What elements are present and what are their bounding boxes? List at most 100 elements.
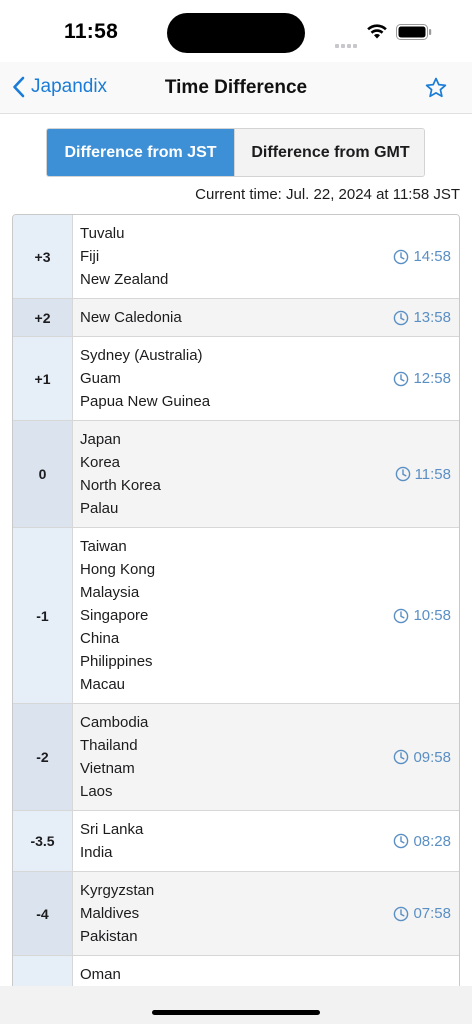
local-time-value: 14:58 (413, 248, 451, 265)
navigation-bar: Japandix Time Difference (0, 62, 472, 114)
table-row[interactable]: +3 Tuvalu Fiji New Zealand 14:58 (13, 215, 459, 299)
country-name: New Caledonia (80, 309, 182, 326)
offset-cell: -4 (13, 872, 73, 955)
local-time-value: 13:58 (413, 309, 451, 326)
country-name: Cambodia (80, 714, 149, 731)
country-name: Fiji (80, 248, 100, 265)
clock-icon (394, 249, 409, 264)
country-list: Cambodia Thailand Vietnam Laos (80, 711, 148, 803)
row-body: Tuvalu Fiji New Zealand 14:58 (73, 215, 459, 298)
row-body: Japan Korea North Korea Palau 11:58 (73, 421, 459, 527)
country-name: Japan (80, 431, 121, 448)
country-list: New Caledonia (80, 306, 182, 329)
clock-icon (394, 310, 409, 325)
country-list: Oman (80, 963, 121, 986)
table-row[interactable]: -4 Kyrgyzstan Maldives Pakistan 07:58 (13, 872, 459, 956)
row-body: Taiwan Hong Kong Malaysia Singapore China Phi… (73, 528, 459, 703)
offset-cell: +1 (13, 337, 73, 420)
local-time: 12:58 (393, 370, 451, 387)
clock-icon (394, 833, 409, 849)
country-name: Taiwan (80, 538, 127, 555)
country-name: Sri Lanka (80, 821, 144, 838)
country-name: Palau (80, 500, 119, 517)
segmented-control: Difference from JST Difference from GMT (46, 128, 425, 177)
country-name: Pakistan (80, 928, 138, 945)
clock-icon (394, 608, 409, 623)
country-name: Thailand (80, 737, 138, 754)
time-difference-table: +3 Tuvalu Fiji New Zealand 14:58 +2 New Caledo… (12, 214, 460, 995)
country-list: Japan Korea North Korea Palau (80, 428, 161, 520)
offset-cell: +3 (13, 215, 73, 298)
country-name: Korea (80, 454, 121, 471)
clock-icon (395, 466, 410, 482)
offset-cell: -3.5 (13, 811, 73, 871)
local-time-value: 07:58 (413, 905, 451, 922)
dynamic-island (167, 13, 305, 53)
country-list: Tuvalu Fiji New Zealand (80, 222, 168, 291)
country-name: Philippines (80, 653, 153, 670)
country-name: New Zealand (80, 271, 169, 288)
row-body: Sri Lanka India 08:28 (73, 811, 459, 871)
segment-difference-from-jst[interactable]: Difference from JST (47, 129, 234, 176)
country-name: Tuvalu (80, 225, 125, 242)
local-time-value: 12:58 (413, 370, 451, 387)
local-time-value: 09:58 (413, 748, 451, 766)
offset-cell: -2 (13, 704, 73, 810)
row-body: Cambodia Thailand Vietnam Laos 09:58 (73, 704, 459, 810)
offset-cell: 0 (13, 421, 73, 527)
country-name: Guam (80, 370, 121, 387)
local-time: 11:58 (395, 466, 451, 483)
local-time: 13:58 (393, 309, 451, 326)
table-row[interactable]: +2 New Caledonia 13:58 (13, 299, 459, 337)
table-row[interactable]: -2 Cambodia Thailand Vietnam Laos 09:58 (13, 704, 459, 811)
row-body: New Caledonia 13:58 (73, 299, 459, 336)
local-time: 08:28 (393, 833, 451, 850)
country-name: Vietnam (80, 760, 135, 777)
cellular-signal-icon (335, 35, 359, 48)
country-name: Sydney (Australia) (80, 347, 203, 364)
country-name: Malaysia (80, 584, 140, 601)
country-name: Oman (80, 966, 121, 983)
country-list: Kyrgyzstan Maldives Pakistan (80, 879, 154, 948)
status-bar: 11:58 (0, 0, 472, 62)
table-row[interactable]: +1 Sydney (Australia) Guam Papua New Guinea… (13, 337, 459, 421)
local-time-value: 10:58 (413, 607, 451, 624)
local-time-value: 11:58 (414, 465, 451, 483)
star-icon[interactable] (424, 76, 448, 100)
clock-icon (394, 906, 409, 921)
country-name: India (80, 844, 113, 861)
segment-difference-from-gmt[interactable]: Difference from GMT (234, 129, 424, 176)
row-body: Kyrgyzstan Maldives Pakistan 07:58 (73, 872, 459, 955)
country-name: China (80, 630, 120, 647)
wifi-icon (367, 24, 387, 39)
offset-cell: +2 (13, 299, 73, 336)
current-time-label: Current time: Jul. 22, 2024 at 11:58 JST (195, 186, 460, 203)
local-time: 14:58 (393, 248, 451, 265)
bottom-bar (0, 986, 472, 1024)
local-time: 10:58 (393, 607, 451, 624)
local-time: 07:58 (393, 905, 451, 922)
table-row[interactable]: -1 Taiwan Hong Kong Malaysia Singapore China P… (13, 528, 459, 704)
country-name: North Korea (80, 477, 161, 494)
country-list: Sri Lanka India (80, 818, 143, 864)
local-time-value: 08:28 (413, 832, 451, 850)
clock-icon (394, 371, 409, 386)
status-time: 11:58 (64, 20, 119, 43)
local-time: 09:58 (393, 749, 451, 766)
country-name: Singapore (80, 607, 149, 624)
country-list: Taiwan Hong Kong Malaysia Singapore China Phi… (80, 535, 155, 696)
offset-cell: -1 (13, 528, 73, 703)
table-row[interactable]: -3.5 Sri Lanka India 08:28 (13, 811, 459, 872)
row-body: Sydney (Australia) Guam Papua New Guinea 12… (73, 337, 459, 420)
country-name: Maldives (80, 905, 140, 922)
country-list: Sydney (Australia) Guam Papua New Guinea (80, 344, 210, 413)
home-indicator[interactable] (152, 1010, 320, 1015)
country-name: Hong Kong (80, 561, 156, 578)
page-title: Time Difference (164, 77, 308, 98)
clock-icon (394, 749, 409, 765)
battery-icon (396, 24, 432, 40)
country-name: Papua New Guinea (80, 393, 211, 410)
country-name: Laos (80, 783, 113, 800)
country-name: Macau (80, 676, 126, 693)
table-row[interactable]: 0 Japan Korea North Korea Palau 11:58 (13, 421, 459, 528)
